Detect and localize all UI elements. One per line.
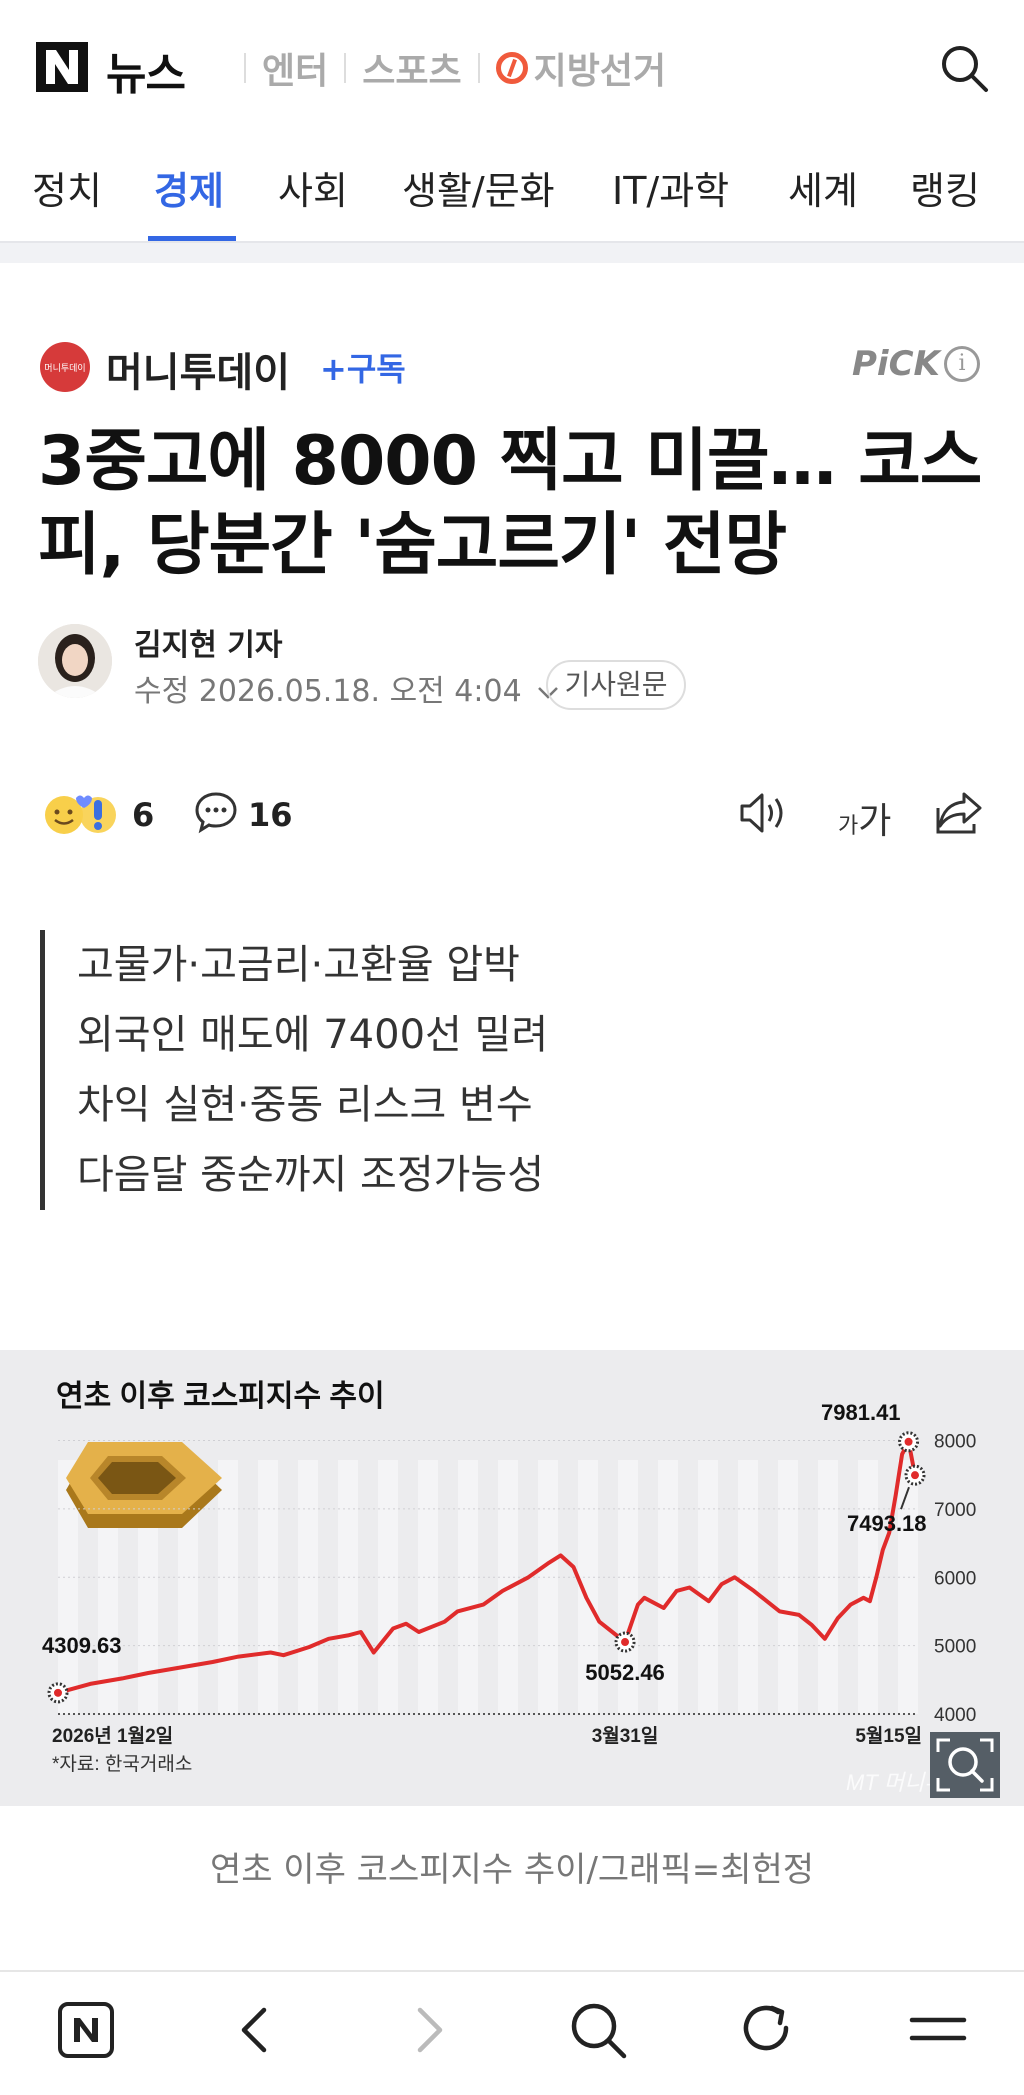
zoom-icon [936,1738,994,1792]
refresh-button[interactable] [736,1998,800,2062]
press-logo[interactable]: 머니투데이 [40,342,90,392]
original-article-button[interactable]: 기사원문 [546,660,686,710]
comment-count[interactable]: 16 [248,796,293,834]
section-link-enter[interactable]: 엔터 [262,42,328,94]
search-icon [942,46,988,92]
chevron-right-icon [417,2007,443,2053]
bg-stripe [218,1460,238,1714]
annotation-label: 4309.63 [42,1633,122,1658]
share-icon[interactable] [934,788,984,836]
refresh-icon [743,2005,789,2051]
y-tick-label: 6000 [934,1568,976,1589]
reaction-emoji-icon[interactable] [42,792,118,836]
bg-stripe [378,1460,398,1714]
y-tick-label: 4000 [934,1705,976,1726]
font-size-large-label: 가 [858,801,892,842]
article-title: 3중고에 8000 찍고 미끌… 코스피, 당분간 '숨고르기' 전망 [38,422,982,585]
chart-source: *자료: 한국거래소 [52,1753,192,1775]
search-icon [571,2003,627,2059]
section-link-election[interactable]: 지방선거 [534,42,666,94]
zoom-button[interactable] [930,1732,1000,1798]
coin-illustration [66,1442,222,1528]
annotation-marker-dot [904,1437,913,1446]
menu-button[interactable] [906,1998,970,2062]
divider [344,53,347,83]
bg-stripe [258,1460,278,1714]
text-to-speech-icon[interactable] [738,790,790,836]
y-tick-label: 7000 [934,1500,976,1521]
article-dateline[interactable]: 수정 2026.05.18. 오전 4:04 [134,666,559,710]
bg-stripe [898,1460,918,1714]
comment-icon[interactable] [194,790,238,834]
y-tick-label: 5000 [934,1637,976,1658]
bg-stripe [298,1460,318,1714]
kospi-chart-graphic[interactable]: 연초 이후 코스피지수 추이 4000 5000 6000 7000 8000 2026… [0,1350,1024,1806]
forward-button[interactable] [396,1998,460,2062]
x-tick-label: 3월31일 [592,1725,659,1747]
hamburger-menu-icon [909,2017,967,2041]
category-tabs: 정치 경제 사회 생활/문화 IT/과학 세계 랭킹 [0,148,1024,244]
top-bar: 뉴스 엔터 스포츠 지방선거 [0,0,1024,132]
reporter-avatar[interactable] [38,624,112,698]
summary-line: 차익 실현·중동 리스크 변수 [77,1082,533,1128]
dateline-text: 수정 2026.05.18. 오전 4:04 [134,674,522,709]
annotation-marker-dot [54,1688,62,1697]
tab-ranking[interactable]: 랭킹 [910,160,980,215]
annotation-label: 7981.41 [821,1400,901,1425]
chevron-left-icon [241,2007,267,2053]
reaction-count[interactable]: 6 [132,796,154,834]
section-divider [0,241,1024,263]
info-icon[interactable]: i [944,346,980,382]
section-link-sports[interactable]: 스포츠 [362,42,461,94]
y-axis-ticks: 4000 5000 6000 7000 8000 [934,1432,976,1726]
divider [477,53,480,83]
reporter-name[interactable]: 김지현 기자 [134,620,282,664]
naver-logo-icon[interactable] [36,42,88,92]
chart-title: 연초 이후 코스피지수 추이 [56,1380,385,1413]
tab-world[interactable]: 세계 [788,160,858,215]
tab-it-science[interactable]: IT/과학 [612,160,729,215]
divider [244,53,246,83]
home-button[interactable] [54,1998,118,2062]
kospi-line-chart: 연초 이후 코스피지수 추이 4000 5000 6000 7000 8000 2026… [42,1380,987,1795]
bg-stripe [818,1460,838,1714]
tab-politics[interactable]: 정치 [32,160,102,215]
font-size-button[interactable]: 가가 [838,792,891,844]
x-tick-label: 5월15일 [855,1725,922,1747]
section-nav: 엔터 스포츠 지방선거 [228,42,666,94]
y-tick-label: 8000 [934,1432,976,1453]
search-nav-button[interactable] [566,1998,630,2062]
annotation-label: 5052.46 [585,1660,665,1685]
naver-home-icon [58,2002,114,2058]
bg-stripe [338,1460,358,1714]
pick-badge: PiCK [852,344,940,384]
bg-stripe [698,1460,718,1714]
bg-stripe [458,1460,478,1714]
tab-economy[interactable]: 경제 [154,160,224,215]
annotation-label: 7493.18 [847,1511,927,1536]
x-axis-ticks: 2026년 1월2일 3월31일 5월15일 [52,1725,922,1747]
summary-line: 외국인 매도에 7400선 밀려 [77,1012,549,1058]
summary-line: 다음달 중순까지 조정가능성 [77,1152,545,1198]
bottom-navigation [0,1970,1024,2095]
article-summary: 고물가·고금리·고환율 압박 외국인 매도에 7400선 밀려 차익 실현·중동… [40,930,548,1210]
subscribe-button[interactable]: +구독 [320,344,406,390]
brand-label[interactable]: 뉴스 [106,38,186,102]
election-icon [495,52,528,84]
annotation-marker-dot [911,1471,919,1480]
tab-life-culture[interactable]: 생활/문화 [402,160,555,215]
back-button[interactable] [224,1998,288,2062]
tab-society[interactable]: 사회 [278,160,348,215]
search-button[interactable] [938,42,990,94]
x-tick-label: 2026년 1월2일 [52,1725,173,1747]
annotation-marker-dot [621,1638,630,1647]
bg-stripe [778,1460,798,1714]
figure-caption: 연초 이후 코스피지수 추이/그래픽=최헌정 [209,1850,815,1890]
bg-stripe [418,1460,438,1714]
press-name[interactable]: 머니투데이 [106,340,290,398]
summary-line: 고물가·고금리·고환율 압박 [77,942,520,988]
font-size-small-label: 가 [838,814,859,839]
bg-stripe [538,1460,558,1714]
